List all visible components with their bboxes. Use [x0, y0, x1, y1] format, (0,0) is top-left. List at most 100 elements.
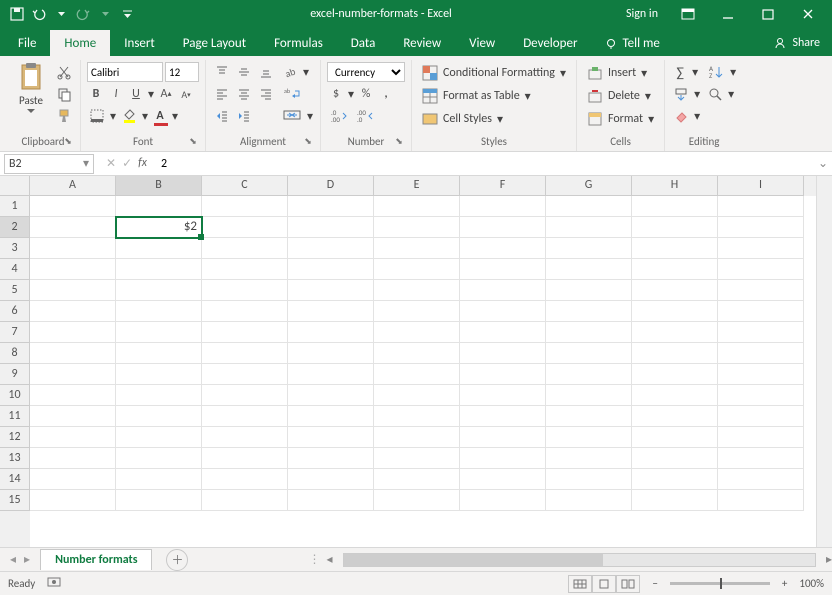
cell[interactable] [718, 385, 804, 406]
row-header[interactable]: 14 [0, 469, 30, 490]
view-page-layout-icon[interactable] [592, 575, 616, 593]
hscroll-right-icon[interactable]: ▸ [826, 552, 832, 567]
cell[interactable] [116, 364, 202, 385]
conditional-formatting-button[interactable]: Conditional Formatting▾ [418, 62, 570, 84]
cell[interactable] [632, 196, 718, 217]
cell[interactable] [460, 196, 546, 217]
cell[interactable] [30, 343, 116, 364]
cell[interactable] [202, 322, 288, 343]
row-header[interactable]: 2 [0, 217, 30, 238]
cell[interactable] [632, 217, 718, 238]
cell[interactable] [202, 238, 288, 259]
cell[interactable] [460, 280, 546, 301]
row-header[interactable]: 7 [0, 322, 30, 343]
cell[interactable] [632, 238, 718, 259]
zoom-level[interactable]: 100% [799, 577, 824, 590]
cell[interactable] [30, 238, 116, 259]
chevron-down-icon[interactable]: ▾ [83, 156, 89, 171]
chevron-down-icon[interactable]: ▾ [347, 84, 355, 104]
align-right-button[interactable] [256, 84, 276, 104]
cell[interactable] [202, 301, 288, 322]
cell[interactable] [374, 469, 460, 490]
vertical-scrollbar[interactable] [816, 176, 832, 547]
cell[interactable] [374, 217, 460, 238]
fill-button[interactable] [671, 84, 691, 104]
tab-file[interactable]: File [4, 30, 50, 56]
cell[interactable] [546, 427, 632, 448]
tab-data[interactable]: Data [337, 30, 390, 56]
chevron-down-icon[interactable]: ▾ [693, 106, 701, 126]
row-header[interactable]: 9 [0, 364, 30, 385]
expand-formula-bar-icon[interactable]: ⌄ [814, 156, 832, 171]
column-header[interactable]: G [546, 176, 632, 196]
paste-button[interactable]: Paste [12, 62, 50, 114]
cell[interactable] [718, 364, 804, 385]
clear-button[interactable] [671, 106, 691, 126]
cell[interactable] [288, 406, 374, 427]
chevron-down-icon[interactable]: ▾ [171, 106, 179, 126]
cell[interactable] [116, 280, 202, 301]
cell[interactable] [288, 217, 374, 238]
chevron-down-icon[interactable] [52, 5, 70, 23]
column-header[interactable]: H [632, 176, 718, 196]
sheet-nav-prev-icon[interactable]: ◂ [10, 552, 16, 567]
cell[interactable] [632, 364, 718, 385]
row-header[interactable]: 8 [0, 343, 30, 364]
cell[interactable] [30, 469, 116, 490]
enter-formula-icon[interactable]: ✓ [122, 156, 132, 171]
cell[interactable] [546, 280, 632, 301]
save-icon[interactable] [8, 5, 26, 23]
tab-insert[interactable]: Insert [110, 30, 169, 56]
cell[interactable] [202, 427, 288, 448]
cell[interactable] [116, 427, 202, 448]
cell[interactable] [116, 238, 202, 259]
increase-font-button[interactable]: A▴ [157, 84, 175, 104]
column-header[interactable]: A [30, 176, 116, 196]
cell[interactable] [202, 364, 288, 385]
cell[interactable] [546, 469, 632, 490]
cell[interactable] [632, 343, 718, 364]
column-header[interactable]: E [374, 176, 460, 196]
share-button[interactable]: Share [762, 30, 832, 56]
new-sheet-button[interactable]: ＋ [166, 549, 188, 571]
cell[interactable] [202, 196, 288, 217]
row-header[interactable]: 1 [0, 196, 30, 217]
chevron-down-icon[interactable] [96, 5, 114, 23]
cell[interactable] [288, 448, 374, 469]
cell[interactable] [632, 406, 718, 427]
view-page-break-icon[interactable] [616, 575, 640, 593]
column-header[interactable]: F [460, 176, 546, 196]
cell[interactable] [116, 448, 202, 469]
delete-cells-button[interactable]: Delete▾ [583, 85, 658, 107]
cell[interactable] [288, 364, 374, 385]
format-cells-button[interactable]: Format▾ [583, 108, 658, 130]
cell[interactable] [460, 448, 546, 469]
cell[interactable] [116, 406, 202, 427]
sheet-tab-active[interactable]: Number formats [40, 549, 152, 570]
align-bottom-button[interactable] [256, 62, 276, 82]
cancel-formula-icon[interactable]: ✕ [106, 156, 116, 171]
cell[interactable] [460, 217, 546, 238]
cell[interactable] [288, 490, 374, 511]
cell[interactable] [374, 343, 460, 364]
cell[interactable] [288, 469, 374, 490]
cell[interactable] [546, 406, 632, 427]
column-header[interactable]: I [718, 176, 804, 196]
increase-decimal-button[interactable]: .0.00 [327, 106, 351, 126]
find-select-button[interactable] [705, 84, 725, 104]
cell[interactable] [374, 196, 460, 217]
cut-button[interactable] [54, 62, 74, 82]
align-center-button[interactable] [234, 84, 254, 104]
cell[interactable] [546, 322, 632, 343]
chevron-down-icon[interactable]: ▾ [306, 106, 314, 126]
column-header[interactable]: C [202, 176, 288, 196]
chevron-down-icon[interactable]: ▾ [141, 106, 149, 126]
cell[interactable] [288, 322, 374, 343]
cell[interactable] [718, 301, 804, 322]
cell[interactable] [632, 301, 718, 322]
tab-developer[interactable]: Developer [509, 30, 591, 56]
format-painter-button[interactable] [54, 106, 74, 126]
cell[interactable] [718, 406, 804, 427]
cell[interactable] [288, 238, 374, 259]
sign-in-button[interactable]: Sign in [626, 7, 658, 21]
